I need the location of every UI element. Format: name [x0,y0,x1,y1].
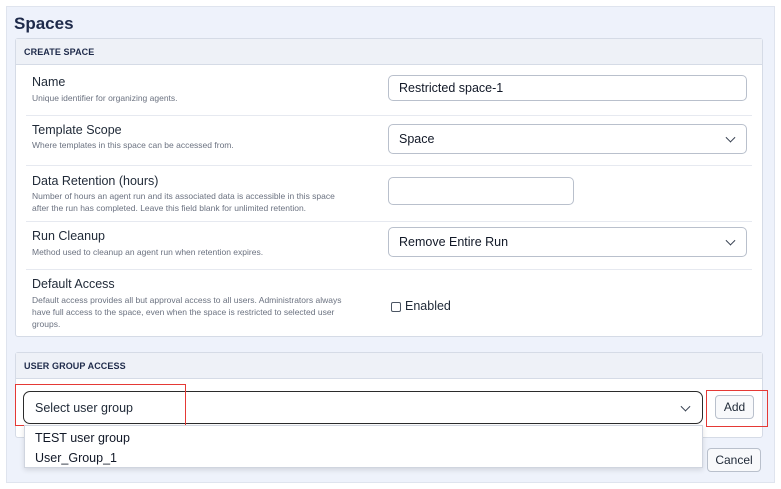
name-description: Unique identifier for organizing agents. [32,93,178,103]
name-row: Name Unique identifier for organizing ag… [26,69,752,116]
highlight-add-box [706,390,768,427]
data-retention-input[interactable] [388,177,574,205]
default-access-checkbox-label: Enabled [405,299,451,313]
user-group-dropdown-list: TEST user group User_Group_1 [24,425,703,468]
run-cleanup-select[interactable]: Remove Entire Run [388,227,747,257]
cancel-button[interactable]: Cancel [707,448,761,472]
chevron-down-icon [725,132,736,143]
run-cleanup-description: Method used to cleanup an agent run when… [32,247,264,257]
template-scope-description: Where templates in this space can be acc… [32,140,234,150]
default-access-checkbox[interactable] [391,302,401,312]
user-group-access-header: USER GROUP ACCESS [16,353,762,379]
default-access-row: Default Access Default access provides a… [26,270,752,336]
create-space-header: CREATE SPACE [16,39,762,65]
name-input[interactable]: Restricted space-1 [388,75,747,101]
template-scope-row: Template Scope Where templates in this s… [26,116,752,166]
data-retention-label: Data Retention (hours) [32,174,159,188]
user-group-option[interactable]: User_Group_1 [35,451,117,465]
page-title: Spaces [14,14,74,33]
highlight-select-box [15,384,186,426]
template-scope-value: Space [399,132,435,146]
create-space-panel: CREATE SPACE Name Unique identifier for … [15,38,763,337]
run-cleanup-value: Remove Entire Run [399,235,509,249]
data-retention-row: Data Retention (hours) Number of hours a… [26,166,752,222]
chevron-down-icon [680,401,691,412]
default-access-description: Default access provides all but approval… [32,294,382,330]
template-scope-select[interactable]: Space [388,124,747,154]
data-retention-desc-line2: after the run has completed. Leave this … [32,203,307,213]
run-cleanup-label: Run Cleanup [32,229,105,243]
default-access-desc-line2: have full access to the space, even when… [32,307,335,317]
name-input-value: Restricted space-1 [399,81,504,95]
default-access-desc-line3: groups. [32,319,61,329]
run-cleanup-row: Run Cleanup Method used to cleanup an ag… [26,222,752,270]
data-retention-description: Number of hours an agent run and its ass… [32,190,382,214]
template-scope-label: Template Scope [32,123,122,137]
user-group-option[interactable]: TEST user group [35,431,130,445]
name-label: Name [32,75,66,89]
data-retention-desc-line1: Number of hours an agent run and its ass… [32,191,335,201]
chevron-down-icon [725,235,736,246]
default-access-desc-line1: Default access provides all but approval… [32,295,342,305]
default-access-label: Default Access [32,277,115,291]
